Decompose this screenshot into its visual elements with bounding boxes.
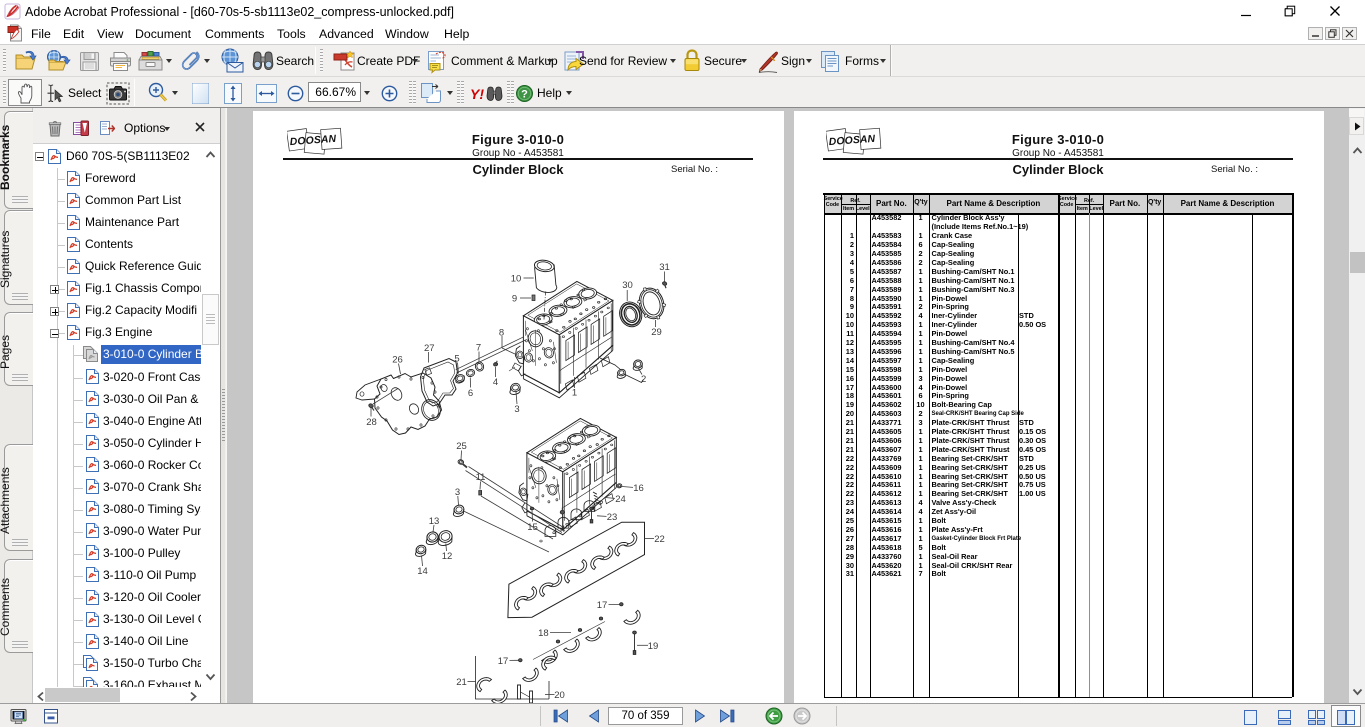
svg-text:8: 8 — [499, 327, 504, 338]
svg-text:14: 14 — [417, 566, 428, 577]
svg-text:20: 20 — [554, 690, 565, 701]
svg-text:4: 4 — [560, 524, 565, 535]
svg-text:12: 12 — [442, 551, 453, 562]
svg-text:3: 3 — [514, 404, 519, 415]
svg-text:16: 16 — [633, 483, 644, 494]
svg-text:2: 2 — [641, 374, 646, 385]
svg-text:31: 31 — [659, 262, 670, 273]
svg-text:1: 1 — [572, 388, 577, 399]
svg-text:7: 7 — [476, 342, 481, 353]
svg-text:4: 4 — [493, 377, 498, 388]
svg-text:17: 17 — [597, 600, 608, 611]
svg-text:30: 30 — [622, 280, 633, 291]
svg-text:19: 19 — [648, 641, 659, 652]
svg-text:?: ? — [521, 89, 528, 101]
svg-text:9: 9 — [512, 293, 517, 304]
svg-text:18: 18 — [538, 628, 549, 639]
svg-text:5: 5 — [454, 353, 459, 364]
svg-text:24: 24 — [615, 494, 626, 505]
svg-text:28: 28 — [366, 417, 377, 428]
svg-text:21: 21 — [456, 677, 467, 688]
svg-text:23: 23 — [607, 512, 618, 523]
svg-text:29: 29 — [651, 327, 662, 338]
svg-text:10: 10 — [511, 273, 522, 284]
svg-text:17: 17 — [498, 656, 509, 667]
svg-text:25: 25 — [456, 441, 467, 452]
svg-text:26: 26 — [392, 354, 403, 365]
svg-text:15: 15 — [527, 522, 538, 533]
svg-text:6: 6 — [468, 388, 473, 399]
svg-text:22: 22 — [654, 534, 665, 545]
svg-text:27: 27 — [424, 343, 435, 354]
svg-text:11: 11 — [476, 472, 486, 483]
